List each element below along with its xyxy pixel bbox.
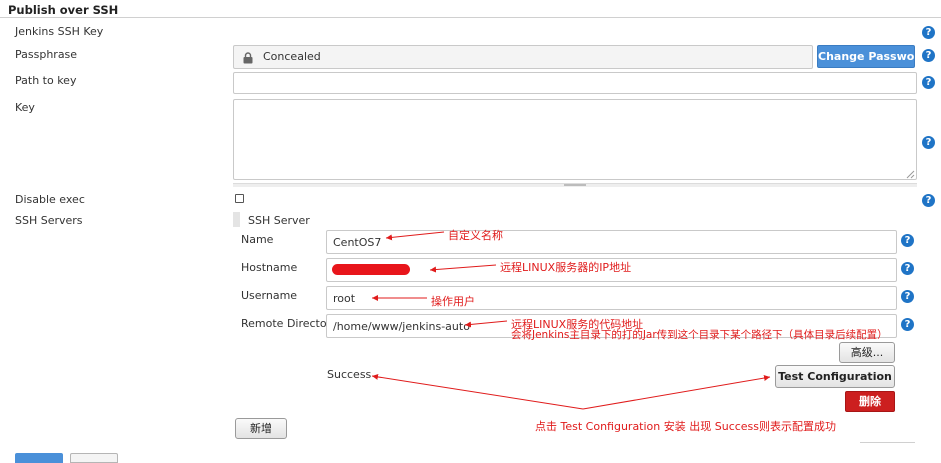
arrow-success xyxy=(371,373,584,410)
remote-directory-label: Remote Directory xyxy=(241,317,338,330)
ssh-servers-label: SSH Servers xyxy=(15,214,83,227)
section-title: Publish over SSH xyxy=(8,3,119,17)
annotation-remote-dir-line2: 会将Jenkins主目录下的打的Jar传到这个目录下某个路径下（具体目录后续配置… xyxy=(511,329,888,341)
passphrase-label: Passphrase xyxy=(15,48,78,61)
help-icon[interactable]: ? xyxy=(901,290,914,303)
path-to-key-label: Path to key xyxy=(15,74,77,87)
name-label: Name xyxy=(241,233,274,246)
key-textarea[interactable] xyxy=(233,99,917,180)
help-icon[interactable]: ? xyxy=(922,194,935,207)
hostname-label: Hostname xyxy=(241,261,298,274)
lock-icon xyxy=(243,50,253,64)
ssh-server-header: SSH Server xyxy=(248,214,310,227)
annotation-name: 自定义名称 xyxy=(448,229,503,242)
help-icon[interactable]: ? xyxy=(922,76,935,89)
change-password-button[interactable]: Change Password xyxy=(817,45,928,68)
delete-button[interactable]: 删除 xyxy=(845,391,895,412)
help-icon[interactable]: ? xyxy=(922,136,935,149)
jenkins-ssh-key-label: Jenkins SSH Key xyxy=(15,25,104,38)
resize-grip[interactable] xyxy=(564,184,586,186)
divider xyxy=(860,442,915,443)
disable-exec-label: Disable exec xyxy=(15,193,85,206)
annotation-test: 点击 Test Configuration 安装 出现 Success则表示配置… xyxy=(535,420,837,433)
username-input[interactable]: root xyxy=(326,286,897,310)
annotation-username: 操作用户 xyxy=(431,295,475,308)
arrow-test-config xyxy=(582,375,771,410)
drag-handle[interactable] xyxy=(233,212,240,227)
help-icon[interactable]: ? xyxy=(901,318,914,331)
help-icon[interactable]: ? xyxy=(922,26,935,39)
advanced-button[interactable]: 高级... xyxy=(839,342,895,363)
add-button[interactable]: 新增 xyxy=(235,418,287,439)
apply-button[interactable] xyxy=(70,453,118,463)
help-icon[interactable]: ? xyxy=(901,234,914,247)
annotation-hostname: 远程LINUX服务器的IP地址 xyxy=(500,261,632,274)
username-label: Username xyxy=(241,289,298,302)
test-configuration-button[interactable]: Test Configuration xyxy=(775,365,895,388)
name-input[interactable]: CentOS7 xyxy=(326,230,897,254)
save-button[interactable] xyxy=(15,453,63,463)
key-label: Key xyxy=(15,101,35,114)
section-divider xyxy=(0,17,941,18)
passphrase-field[interactable]: Concealed xyxy=(233,45,813,69)
test-status-text: Success xyxy=(327,368,372,381)
help-icon[interactable]: ? xyxy=(901,262,914,275)
resize-handle-icon[interactable] xyxy=(906,169,915,179)
help-icon[interactable]: ? xyxy=(922,49,935,62)
redacted-hostname-mark xyxy=(332,264,410,275)
passphrase-value: Concealed xyxy=(263,50,321,63)
disable-exec-checkbox[interactable] xyxy=(235,194,244,203)
path-to-key-input[interactable] xyxy=(233,72,917,94)
